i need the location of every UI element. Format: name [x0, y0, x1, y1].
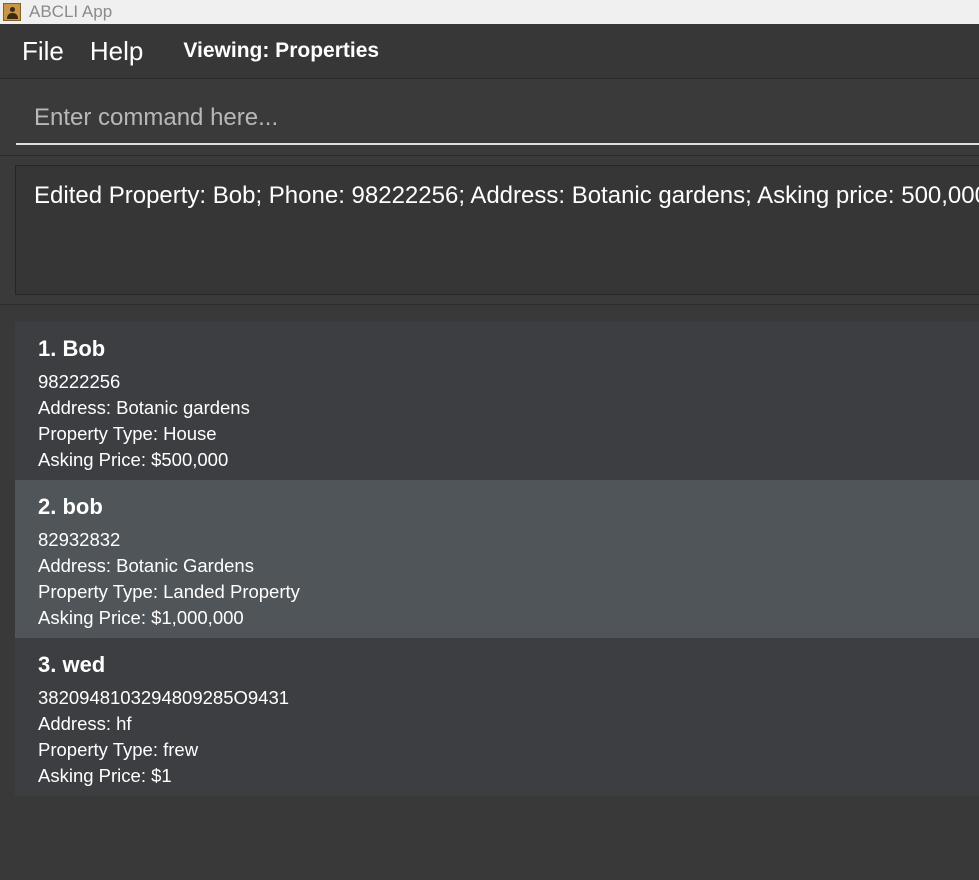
property-type: Property Type: House — [38, 423, 217, 444]
address-book-icon — [3, 3, 21, 21]
property-phone: 82932832 — [38, 529, 121, 550]
result-display: Edited Property: Bob; Phone: 98222256; A… — [0, 156, 979, 305]
property-name: 3. wed — [38, 652, 106, 677]
window-title: ABCLI App — [29, 2, 113, 21]
command-box — [0, 79, 979, 156]
result-box[interactable]: Edited Property: Bob; Phone: 98222256; A… — [15, 165, 979, 295]
property-type: Property Type: frew — [38, 739, 199, 760]
property-list-panel: 1. Bob 98222256 Address: Botanic gardens… — [0, 305, 979, 880]
list-item[interactable]: 2. bob 82932832 Address: Botanic Gardens… — [15, 480, 979, 638]
menu-bar: File Help Viewing: Properties — [0, 24, 979, 79]
property-price: Asking Price: $500,000 — [38, 449, 229, 470]
property-address: Address: Botanic gardens — [38, 397, 250, 418]
viewing-label: Viewing: Properties — [183, 39, 380, 62]
title-bar: ABCLI App — [0, 0, 979, 24]
property-name: 2. bob — [38, 494, 103, 519]
property-price: Asking Price: $1 — [38, 765, 172, 786]
command-input[interactable] — [16, 93, 979, 145]
property-phone: 98222256 — [38, 371, 121, 392]
property-type: Property Type: Landed Property — [38, 581, 300, 602]
file-menu[interactable]: File — [22, 36, 64, 67]
result-text: Edited Property: Bob; Phone: 98222256; A… — [34, 182, 979, 209]
property-address: Address: Botanic Gardens — [38, 555, 254, 576]
list-item[interactable]: 3. wed 3820948103294809285O9431 Address:… — [15, 638, 979, 796]
property-name: 1. Bob — [38, 336, 106, 361]
property-phone: 3820948103294809285O9431 — [38, 687, 290, 708]
property-price: Asking Price: $1,000,000 — [38, 607, 244, 628]
property-list[interactable]: 1. Bob 98222256 Address: Botanic gardens… — [15, 322, 979, 796]
property-address: Address: hf — [38, 713, 132, 734]
list-item[interactable]: 1. Bob 98222256 Address: Botanic gardens… — [15, 322, 979, 480]
help-menu[interactable]: Help — [90, 36, 143, 67]
